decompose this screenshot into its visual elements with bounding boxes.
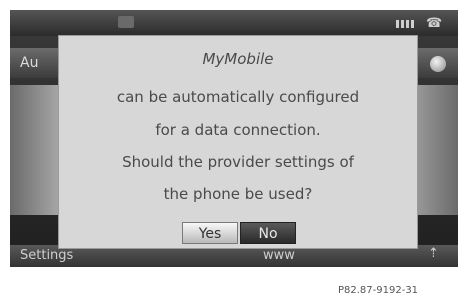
status-bar: ☎ xyxy=(10,10,458,36)
no-button[interactable]: No xyxy=(240,222,296,244)
head-unit-screen: ☎ Au Settings www ⇡ MyMobile can be auto… xyxy=(10,10,458,267)
arrow-icon[interactable]: ⇡ xyxy=(428,246,439,261)
reference-code: P82.87-9192-31 xyxy=(338,285,419,296)
settings-menu-item[interactable]: Settings xyxy=(20,248,73,263)
right-background-panel xyxy=(410,85,458,215)
dialog-line-2: for a data connection. xyxy=(155,121,321,139)
dialog-line-4: the phone be used? xyxy=(163,185,313,203)
knob-icon xyxy=(430,56,446,72)
signal-strength-icon xyxy=(396,20,414,28)
bottom-menu-bar xyxy=(10,245,458,267)
left-background-panel xyxy=(10,85,58,215)
phone-icon: ☎ xyxy=(426,16,443,31)
dialog-title: MyMobile xyxy=(202,50,274,68)
tab-label[interactable]: Au xyxy=(20,55,38,71)
yes-button[interactable]: Yes xyxy=(182,222,238,244)
dialog-line-3: Should the provider settings of xyxy=(122,153,354,171)
status-icon xyxy=(118,16,134,28)
configuration-dialog: MyMobile can be automatically configured… xyxy=(59,36,417,248)
www-menu-item[interactable]: www xyxy=(263,248,295,263)
dialog-line-1: can be automatically configured xyxy=(116,88,360,106)
